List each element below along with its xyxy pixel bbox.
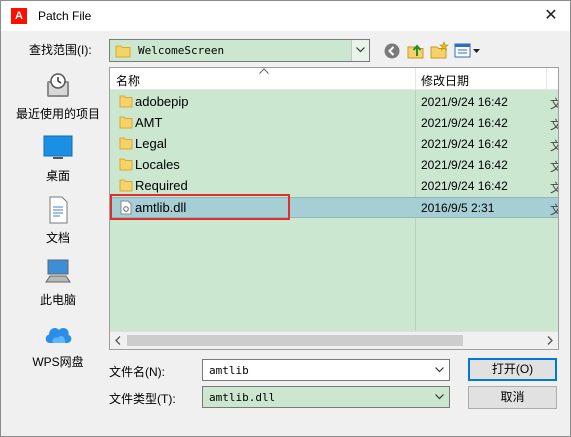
list-item[interactable]: adobepip 2021/9/24 16:42 文 bbox=[110, 92, 558, 112]
place-recent[interactable]: 最近使用的项目 bbox=[11, 67, 105, 127]
filetype-value: amtlib.dll bbox=[209, 391, 276, 404]
computer-icon bbox=[45, 259, 71, 283]
new-folder-icon[interactable] bbox=[429, 41, 449, 61]
adobe-icon: A bbox=[11, 8, 27, 24]
lookin-combo[interactable]: WelcomeScreen bbox=[109, 39, 370, 62]
place-desktop[interactable]: 桌面 bbox=[11, 129, 105, 189]
chevron-down-icon[interactable] bbox=[431, 387, 449, 407]
view-menu-icon[interactable] bbox=[453, 41, 481, 61]
file-name: Locales bbox=[135, 157, 180, 172]
folder-icon bbox=[119, 95, 133, 108]
file-name: Required bbox=[135, 178, 188, 193]
column-header-date[interactable]: 修改日期 bbox=[421, 72, 469, 89]
filetype-select[interactable]: amtlib.dll bbox=[202, 386, 450, 408]
cloud-icon bbox=[45, 327, 72, 343]
file-type-clipped: 文 bbox=[550, 179, 558, 196]
scrollbar-thumb[interactable] bbox=[127, 335, 463, 346]
list-item[interactable]: AMT 2021/9/24 16:42 文 bbox=[110, 113, 558, 133]
filetype-label: 文件类型(T): bbox=[109, 392, 176, 406]
cancel-button[interactable]: 取消 bbox=[468, 386, 557, 409]
lookin-label: 查找范围(I): bbox=[29, 43, 92, 57]
horizontal-scrollbar[interactable] bbox=[110, 331, 558, 349]
file-type-clipped: 文 bbox=[550, 201, 558, 218]
list-item[interactable]: Legal 2021/9/24 16:42 文 bbox=[110, 134, 558, 154]
back-icon[interactable] bbox=[382, 41, 402, 61]
scroll-right-icon[interactable] bbox=[547, 336, 553, 345]
scroll-left-icon[interactable] bbox=[115, 336, 121, 345]
place-label: 桌面 bbox=[45, 169, 70, 183]
file-date: 2016/9/5 2:31 bbox=[421, 201, 495, 215]
folder-icon bbox=[119, 179, 133, 192]
column-divider[interactable] bbox=[546, 68, 547, 90]
window-title: Patch File bbox=[38, 9, 92, 23]
list-item[interactable]: Required 2021/9/24 16:42 文 bbox=[110, 176, 558, 196]
list-header: 名称 修改日期 bbox=[110, 68, 558, 90]
file-type-clipped: 文 bbox=[550, 137, 558, 154]
place-label: 最近使用的项目 bbox=[15, 107, 100, 121]
file-date: 2021/9/24 16:42 bbox=[421, 158, 508, 172]
file-type-clipped: 文 bbox=[550, 95, 558, 112]
place-label: WPS网盘 bbox=[32, 355, 84, 369]
highlight-annotation-box bbox=[110, 194, 290, 220]
desktop-icon bbox=[43, 135, 73, 159]
place-label: 文档 bbox=[45, 231, 70, 245]
file-date: 2021/9/24 16:42 bbox=[421, 179, 508, 193]
file-name: Legal bbox=[135, 136, 167, 151]
chevron-down-icon[interactable] bbox=[431, 360, 449, 380]
title-bar[interactable]: A Patch File ✕ bbox=[1, 1, 570, 31]
folder-icon bbox=[119, 116, 133, 129]
place-computer[interactable]: 此电脑 bbox=[11, 253, 105, 313]
column-header-name[interactable]: 名称 bbox=[116, 72, 140, 89]
patch-file-dialog: A Patch File ✕ 查找范围(I): WelcomeScreen 最近… bbox=[0, 0, 571, 437]
file-date: 2021/9/24 16:42 bbox=[421, 137, 508, 151]
sort-ascending-icon[interactable] bbox=[259, 68, 269, 74]
file-date: 2021/9/24 16:42 bbox=[421, 95, 508, 109]
place-documents[interactable]: 文档 bbox=[11, 191, 105, 251]
place-label: 此电脑 bbox=[39, 293, 76, 307]
file-list[interactable]: 名称 修改日期 adobepip 2021/9/24 16:42 文 AMT 2… bbox=[109, 67, 559, 350]
column-divider[interactable] bbox=[415, 68, 416, 90]
open-button[interactable]: 打开(O) bbox=[468, 358, 557, 381]
documents-icon bbox=[49, 196, 68, 224]
file-name: adobepip bbox=[135, 94, 189, 109]
file-name: AMT bbox=[135, 115, 163, 130]
places-bar: 最近使用的项目 桌面 文档 此电脑 WPS网盘 bbox=[11, 67, 105, 387]
file-date: 2021/9/24 16:42 bbox=[421, 116, 508, 130]
folder-icon bbox=[119, 158, 133, 171]
folder-icon bbox=[119, 137, 133, 150]
file-type-clipped: 文 bbox=[550, 116, 558, 133]
filename-field[interactable]: amtlib bbox=[202, 359, 450, 381]
list-item[interactable]: Locales 2021/9/24 16:42 文 bbox=[110, 155, 558, 175]
recent-icon bbox=[47, 73, 69, 97]
filename-label: 文件名(N): bbox=[109, 365, 165, 379]
up-folder-icon[interactable] bbox=[406, 41, 426, 61]
file-type-clipped: 文 bbox=[550, 158, 558, 175]
chevron-down-icon[interactable] bbox=[351, 40, 369, 61]
folder-icon bbox=[115, 45, 131, 58]
place-wps-cloud[interactable]: WPS网盘 bbox=[11, 315, 105, 375]
filename-value: amtlib bbox=[209, 364, 249, 377]
lookin-value: WelcomeScreen bbox=[138, 44, 225, 57]
close-button[interactable]: ✕ bbox=[533, 1, 569, 31]
